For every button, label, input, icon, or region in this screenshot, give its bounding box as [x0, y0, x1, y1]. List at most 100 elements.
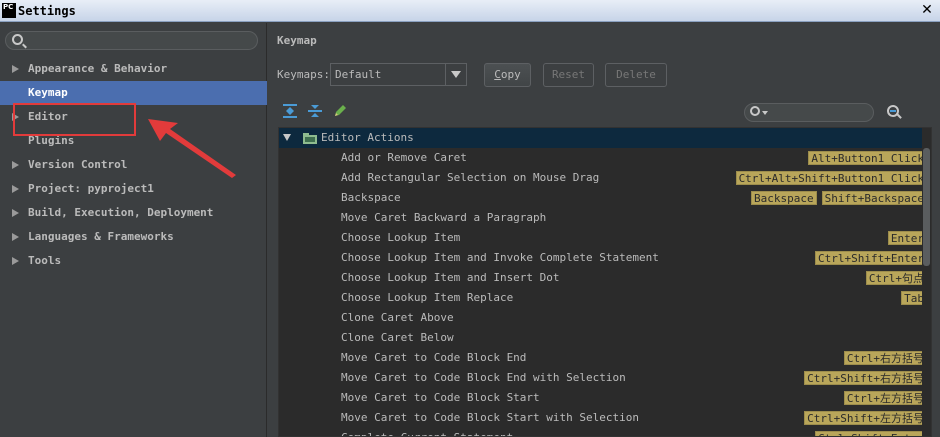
- expand-all-icon[interactable]: [282, 103, 298, 119]
- close-button[interactable]: ✕: [918, 2, 936, 19]
- sidebar-item-project-pyproject1[interactable]: Project: pyproject1: [0, 177, 267, 201]
- filter-search-input[interactable]: [744, 103, 874, 122]
- sidebar-item-label: Project: pyproject1: [28, 182, 154, 195]
- action-name: Move Caret to Code Block End with Select…: [341, 371, 626, 384]
- table-row[interactable]: Move Caret Backward a Paragraph: [279, 208, 931, 228]
- settings-search-input[interactable]: [5, 31, 258, 50]
- chevron-right-icon[interactable]: [12, 257, 19, 265]
- action-name: Clone Caret Below: [341, 331, 454, 344]
- settings-sidebar: Appearance & Behavior Keymap Editor Plugins…: [0, 23, 267, 437]
- keymap-tree: Editor Actions Add or Remove Caret Alt+Bu…: [278, 127, 932, 437]
- shortcut-list: Alt+Button1 Click: [808, 151, 927, 165]
- shortcut-list: Ctrl+Shift+左方括号: [804, 411, 927, 425]
- reset-button[interactable]: Reset: [543, 63, 594, 87]
- shortcut-list: Ctrl+右方括号: [843, 351, 927, 365]
- tree-rows: Add or Remove Caret Alt+Button1 Click Add …: [279, 148, 931, 436]
- chevron-down-icon[interactable]: [445, 64, 466, 85]
- shortcut-badge: Ctrl+左方括号: [843, 391, 927, 405]
- table-row[interactable]: Choose Lookup Item Enter: [279, 228, 931, 248]
- shortcut-list: Ctrl+Shift+Enter: [815, 251, 927, 265]
- table-row[interactable]: Clone Caret Above: [279, 308, 931, 328]
- tree-group-label: Editor Actions: [321, 131, 414, 144]
- action-name: Move Caret to Code Block Start with Sele…: [341, 411, 640, 424]
- shortcut-badge: Ctrl+Alt+Shift+Button1 Click: [735, 171, 927, 185]
- action-name: Backspace: [341, 191, 401, 204]
- page-title: Keymap: [277, 34, 317, 47]
- table-row[interactable]: Choose Lookup Item and Insert Dot Ctrl+句点: [279, 268, 931, 288]
- action-name: Choose Lookup Item: [341, 231, 461, 244]
- scroll-thumb[interactable]: [923, 148, 930, 266]
- sidebar-item-label: Keymap: [28, 86, 68, 99]
- find-by-shortcut-icon[interactable]: [886, 104, 903, 121]
- action-name: Add or Remove Caret: [341, 151, 467, 164]
- table-row[interactable]: Choose Lookup Item and Invoke Complete S…: [279, 248, 931, 268]
- shortcut-list: Ctrl+Shift+Enter: [815, 431, 927, 436]
- keymap-select[interactable]: Default: [330, 63, 467, 86]
- action-name: Move Caret to Code Block Start: [341, 391, 540, 404]
- sidebar-item-label: Version Control: [28, 158, 128, 171]
- sidebar-item-label: Languages & Frameworks: [28, 230, 174, 243]
- table-row[interactable]: Complete Current Statement Ctrl+Shift+Ent…: [279, 428, 931, 436]
- shortcut-badge: Ctrl+Shift+右方括号: [804, 371, 927, 385]
- sidebar-item-appearance-behavior[interactable]: Appearance & Behavior: [0, 57, 267, 81]
- copy-button[interactable]: Copy: [484, 63, 531, 87]
- table-row[interactable]: Choose Lookup Item Replace Tab: [279, 288, 931, 308]
- shortcut-badge: Backspace: [751, 191, 817, 205]
- collapse-all-icon[interactable]: [307, 103, 323, 119]
- keymap-panel: Keymap Keymaps: Default Copy Reset Delet…: [268, 23, 940, 437]
- action-name: Complete Current Statement: [341, 428, 513, 436]
- table-row[interactable]: Move Caret to Code Block End with Select…: [279, 368, 931, 388]
- sidebar-item-label: Build, Execution, Deployment: [28, 206, 214, 219]
- chevron-right-icon[interactable]: [12, 65, 19, 73]
- folder-icon: [303, 133, 317, 144]
- sidebar-item-languages-frameworks[interactable]: Languages & Frameworks: [0, 225, 267, 249]
- shortcut-list: Ctrl+左方括号: [843, 391, 927, 405]
- edit-shortcut-icon[interactable]: [332, 103, 348, 119]
- table-row[interactable]: Move Caret to Code Block End Ctrl+右方括号: [279, 348, 931, 368]
- shortcut-badge: Ctrl+Shift+Enter: [815, 251, 927, 265]
- search-icon: [12, 34, 23, 45]
- shortcut-badge: Ctrl+Shift+Enter: [815, 431, 927, 436]
- sidebar-item-label: Appearance & Behavior: [28, 62, 168, 75]
- action-name: Choose Lookup Item and Invoke Complete S…: [341, 251, 659, 264]
- chevron-right-icon[interactable]: [12, 185, 19, 193]
- action-name: Move Caret to Code Block End: [341, 351, 527, 364]
- table-row[interactable]: Add or Remove Caret Alt+Button1 Click: [279, 148, 931, 168]
- action-name: Clone Caret Above: [341, 311, 454, 324]
- table-row[interactable]: Backspace Backspace Shift+Backspace: [279, 188, 931, 208]
- chevron-right-icon[interactable]: [12, 209, 19, 217]
- table-row[interactable]: Move Caret to Code Block Start with Sele…: [279, 408, 931, 428]
- chevron-right-icon[interactable]: [12, 233, 19, 241]
- action-name: Add Rectangular Selection on Mouse Drag: [341, 171, 600, 184]
- window-title: Settings: [18, 4, 76, 18]
- table-row[interactable]: Add Rectangular Selection on Mouse Drag C…: [279, 168, 931, 188]
- shortcut-badge: Shift+Backspace: [821, 191, 927, 205]
- title-bar: PC Settings ✕: [0, 0, 940, 22]
- pycharm-app-icon: PC: [2, 3, 16, 18]
- keymap-select-value: Default: [335, 68, 382, 81]
- sidebar-item-tools[interactable]: Tools: [0, 249, 267, 273]
- shortcut-list: Ctrl+Shift+右方括号: [804, 371, 927, 385]
- shortcut-list: Ctrl+Alt+Shift+Button1 Click: [735, 171, 927, 185]
- search-icon: [750, 106, 760, 116]
- chevron-right-icon[interactable]: [12, 161, 19, 169]
- sidebar-item-build-execution-deployment[interactable]: Build, Execution, Deployment: [0, 201, 267, 225]
- search-options-chevron-icon[interactable]: [762, 111, 768, 115]
- delete-button[interactable]: Delete: [605, 63, 667, 87]
- shortcut-badge: Ctrl+右方括号: [843, 351, 927, 365]
- action-name: Move Caret Backward a Paragraph: [341, 211, 547, 224]
- annotation-arrow-icon: [148, 119, 236, 178]
- tree-scrollbar[interactable]: [922, 128, 931, 436]
- action-name: Choose Lookup Item Replace: [341, 291, 514, 304]
- shortcut-badge: Alt+Button1 Click: [808, 151, 927, 165]
- sidebar-item-keymap[interactable]: Keymap: [0, 81, 267, 105]
- table-row[interactable]: Clone Caret Below: [279, 328, 931, 348]
- table-row[interactable]: Move Caret to Code Block Start Ctrl+左方括号: [279, 388, 931, 408]
- chevron-down-icon[interactable]: [283, 134, 291, 141]
- tree-group-editor-actions[interactable]: Editor Actions: [279, 128, 931, 148]
- annotation-highlight-box: [13, 103, 136, 136]
- shortcut-badge: Ctrl+句点: [865, 271, 927, 285]
- keymaps-label: Keymaps:: [277, 68, 330, 81]
- action-name: Choose Lookup Item and Insert Dot: [341, 271, 560, 284]
- copy-label: opy: [500, 68, 521, 81]
